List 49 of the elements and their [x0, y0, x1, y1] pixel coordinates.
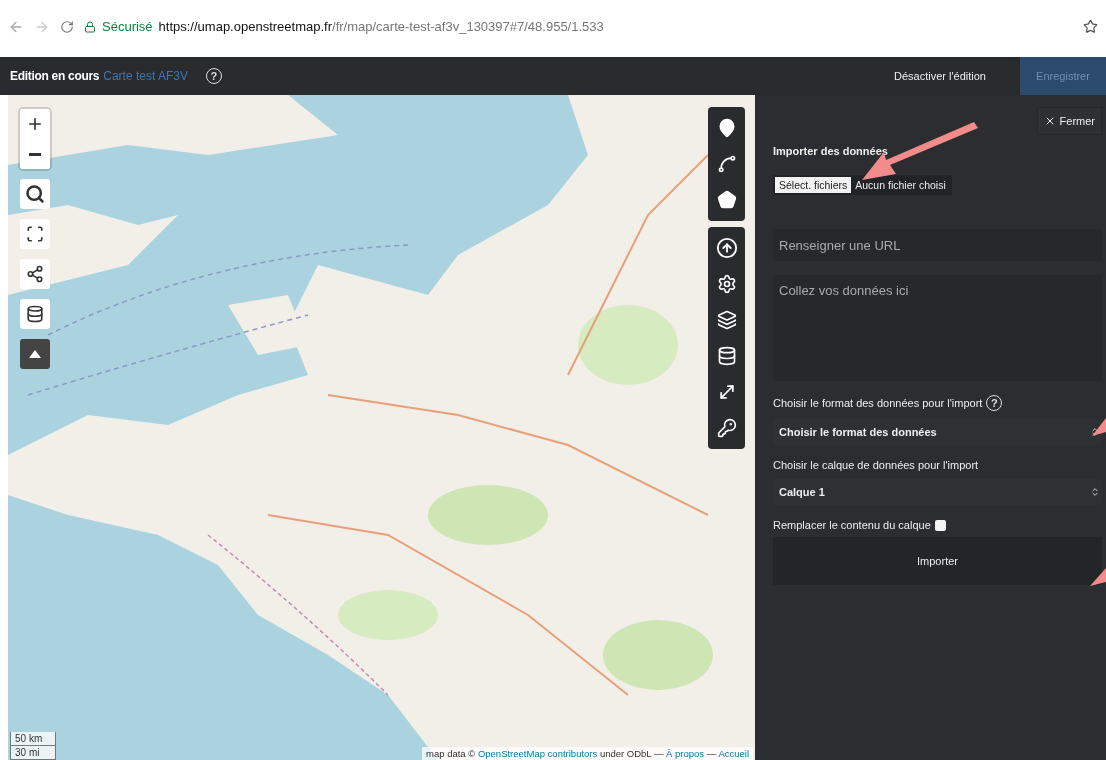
- layer-select[interactable]: Calque 1: [773, 479, 1102, 505]
- annotation-arrow: [1092, 418, 1106, 436]
- choose-files-button[interactable]: Sélect. fichiers: [775, 177, 852, 193]
- search-icon: [25, 184, 45, 204]
- select-arrows-icon: [1090, 427, 1100, 437]
- paste-data-field[interactable]: Collez vos données ici: [773, 275, 1102, 381]
- key-icon: [716, 418, 737, 438]
- layer-label: Choisir le calque de données pour l'import: [773, 459, 980, 471]
- disable-editing-button[interactable]: Désactiver l'édition: [878, 57, 1002, 95]
- bookmark-star-icon[interactable]: [1083, 19, 1098, 34]
- search-button[interactable]: [20, 179, 50, 209]
- lock-icon: [84, 20, 96, 33]
- reload-icon[interactable]: [60, 19, 74, 34]
- share-icon: [26, 265, 44, 283]
- database-icon: [26, 305, 44, 323]
- secure-label: Sécurisé: [102, 19, 153, 34]
- polyline-icon: [716, 154, 737, 174]
- fullscreen-button[interactable]: [20, 219, 50, 249]
- polygon-icon: [716, 190, 737, 210]
- close-button[interactable]: Fermer: [1036, 107, 1102, 135]
- import-submit-button[interactable]: Importer: [773, 537, 1102, 585]
- panel-title: Importer des données: [773, 145, 889, 157]
- upload-icon: [715, 237, 738, 259]
- select-arrows-icon: [1090, 487, 1100, 497]
- format-select[interactable]: Choisir le format des données: [773, 419, 1102, 445]
- fullscreen-icon: [26, 225, 44, 243]
- plus-icon: [26, 115, 44, 133]
- minus-icon: [29, 152, 41, 156]
- layers-button[interactable]: [20, 299, 50, 329]
- annotation-arrow: [1090, 568, 1106, 586]
- share-button[interactable]: [20, 259, 50, 289]
- file-status: Aucun fichier choisi: [855, 179, 946, 191]
- triangle-icon: [29, 350, 41, 358]
- attribution-link[interactable]: OpenStreetMap contributors: [477, 748, 598, 759]
- scale-label: 30 mi: [10, 746, 56, 760]
- collapse-button[interactable]: [20, 339, 50, 369]
- attribution-link[interactable]: Accueil: [718, 748, 749, 759]
- replace-label: Remplacer le contenu du calque: [773, 519, 931, 531]
- url-field[interactable]: https://umap.openstreetmap.fr/fr/map/carte-test-af3v_130397#7/48.955/1.533: [158, 19, 604, 34]
- replace-checkbox[interactable]: [934, 519, 946, 531]
- format-label: Choisir le format des données pour l'import: [773, 397, 983, 409]
- scale-label: 50 km: [10, 732, 56, 746]
- settings-icon: [716, 274, 737, 294]
- attribution-link[interactable]: À propos: [666, 748, 705, 759]
- attribution: map data © OpenStreetMap contributors under ODbL — À propos — Accueil: [422, 747, 753, 760]
- edit-status: Edition en cours: [10, 69, 100, 83]
- url-field[interactable]: Renseigner une URL: [773, 229, 1102, 261]
- database-icon: [716, 346, 737, 366]
- layers-icon: [716, 310, 737, 330]
